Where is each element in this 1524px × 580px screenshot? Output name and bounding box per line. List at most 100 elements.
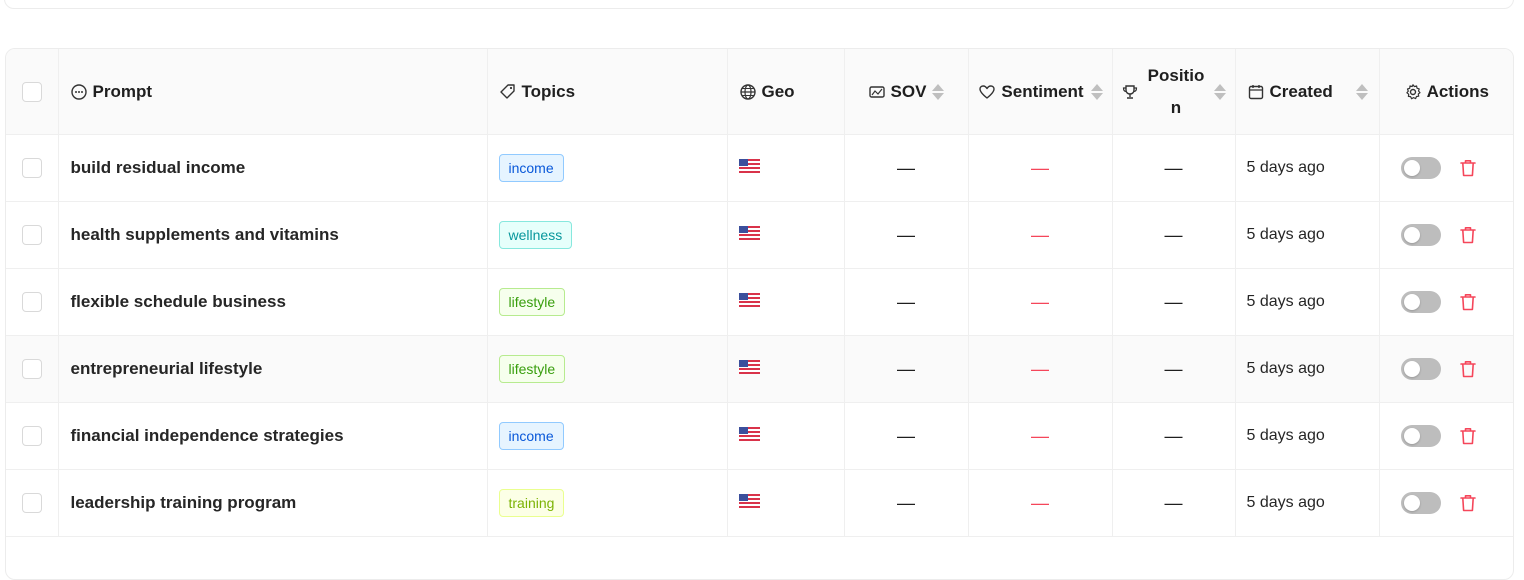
row-topic-cell: training: [487, 469, 728, 537]
row-sentiment: —: [968, 268, 1113, 336]
row-checkbox[interactable]: [21, 225, 42, 245]
us-flag-icon: [738, 493, 760, 508]
row-sentiment: —: [968, 134, 1113, 202]
header-prompt: Prompt: [58, 49, 488, 135]
active-toggle[interactable]: [1400, 358, 1441, 380]
row-checkbox[interactable]: [21, 493, 42, 513]
row-actions: [1379, 335, 1513, 403]
select-all-checkbox[interactable]: [21, 81, 42, 102]
row-prompt: build residual income: [58, 134, 488, 202]
active-toggle[interactable]: [1400, 492, 1441, 514]
active-toggle[interactable]: [1400, 291, 1441, 313]
gear-icon: [1404, 83, 1422, 101]
header-position[interactable]: Position: [1112, 49, 1236, 135]
chat-bubble-icon: [70, 83, 88, 101]
header-sentiment-label: Sentiment: [1001, 81, 1084, 101]
row-prompt: entrepreneurial lifestyle: [58, 335, 488, 403]
topic-tag: lifestyle: [498, 288, 566, 316]
row-sov: —: [844, 201, 969, 269]
us-flag-icon: [738, 292, 760, 307]
header-prompt-label: Prompt: [92, 81, 153, 101]
row-prompt: flexible schedule business: [58, 268, 488, 336]
row-position: —: [1112, 201, 1236, 269]
active-toggle[interactable]: [1400, 425, 1441, 447]
row-sentiment: —: [968, 201, 1113, 269]
row-geo-cell: [727, 402, 845, 470]
row-prompt: health supplements and vitamins: [58, 201, 488, 269]
row-created: 5 days ago: [1235, 134, 1380, 202]
us-flag-icon: [738, 158, 760, 173]
table-header-row: Prompt Topics Geo SOV Sentiment Position…: [6, 49, 1513, 135]
header-topics: Topics: [487, 49, 728, 135]
row-prompt: leadership training program: [58, 469, 488, 537]
row-sov: —: [844, 402, 969, 470]
row-position: —: [1112, 402, 1236, 470]
table-row: flexible schedule business lifestyle — — —5 …: [6, 268, 1513, 336]
header-position-label: Position: [1147, 65, 1205, 117]
row-geo-cell: [727, 201, 845, 269]
tag-icon: [499, 83, 517, 101]
topic-tag: income: [498, 154, 564, 182]
us-flag-icon: [738, 225, 760, 240]
table-row: entrepreneurial lifestyle lifestyle — — —5 d…: [6, 335, 1513, 403]
table-row: health supplements and vitamins wellness —…: [6, 201, 1513, 269]
row-position: —: [1112, 268, 1236, 336]
header-topics-label: Topics: [521, 81, 576, 101]
row-prompt: financial independence strategies: [58, 402, 488, 470]
row-actions: [1379, 134, 1513, 202]
globe-icon: [739, 83, 757, 101]
row-select-cell: [6, 402, 59, 470]
row-sov: —: [844, 134, 969, 202]
row-geo-cell: [727, 134, 845, 202]
row-checkbox[interactable]: [21, 426, 42, 446]
row-select-cell: [6, 335, 59, 403]
header-sov[interactable]: SOV: [844, 49, 969, 135]
position-sort-icon[interactable]: [1214, 83, 1226, 100]
trash-icon[interactable]: [1459, 225, 1477, 245]
table-row: financial independence strategies income —…: [6, 402, 1513, 470]
row-created: 5 days ago: [1235, 469, 1380, 537]
table-row: leadership training program training — — —5 …: [6, 469, 1513, 537]
table-row: build residual income income — — —5 days ago: [6, 134, 1513, 202]
sentiment-sort-icon[interactable]: [1090, 83, 1103, 100]
header-sentiment[interactable]: Sentiment: [968, 49, 1113, 135]
row-actions: [1379, 201, 1513, 269]
topic-tag: income: [498, 422, 564, 450]
active-toggle[interactable]: [1400, 224, 1441, 246]
heart-icon: [978, 83, 996, 101]
row-created: 5 days ago: [1235, 402, 1380, 470]
header-created[interactable]: Created: [1235, 49, 1380, 135]
trash-icon[interactable]: [1459, 359, 1477, 379]
trash-icon[interactable]: [1459, 158, 1477, 178]
top-card: [4, 0, 1514, 9]
header-actions: Actions: [1379, 49, 1513, 135]
sov-sort-icon[interactable]: [932, 83, 945, 100]
row-checkbox[interactable]: [21, 158, 42, 178]
created-sort-icon[interactable]: [1355, 83, 1368, 100]
row-actions: [1379, 469, 1513, 537]
header-created-label: Created: [1269, 81, 1333, 101]
row-position: —: [1112, 469, 1236, 537]
row-geo-cell: [727, 268, 845, 336]
header-geo-label: Geo: [761, 81, 795, 101]
row-select-cell: [6, 201, 59, 269]
row-topic-cell: income: [487, 402, 728, 470]
row-position: —: [1112, 335, 1236, 403]
row-sov: —: [844, 335, 969, 403]
trash-icon[interactable]: [1459, 292, 1477, 312]
row-actions: [1379, 268, 1513, 336]
active-toggle[interactable]: [1400, 157, 1441, 179]
header-sov-label: SOV: [890, 81, 927, 101]
topic-tag: training: [498, 489, 565, 517]
chart-image-icon: [868, 83, 886, 101]
row-sentiment: —: [968, 402, 1113, 470]
topic-tag: wellness: [498, 221, 573, 249]
trash-icon[interactable]: [1459, 493, 1477, 513]
trash-icon[interactable]: [1459, 426, 1477, 446]
topic-tag: lifestyle: [498, 355, 566, 383]
row-checkbox[interactable]: [21, 292, 42, 312]
row-geo-cell: [727, 335, 845, 403]
row-checkbox[interactable]: [21, 359, 42, 379]
header-actions-label: Actions: [1426, 81, 1489, 101]
row-sov: —: [844, 469, 969, 537]
